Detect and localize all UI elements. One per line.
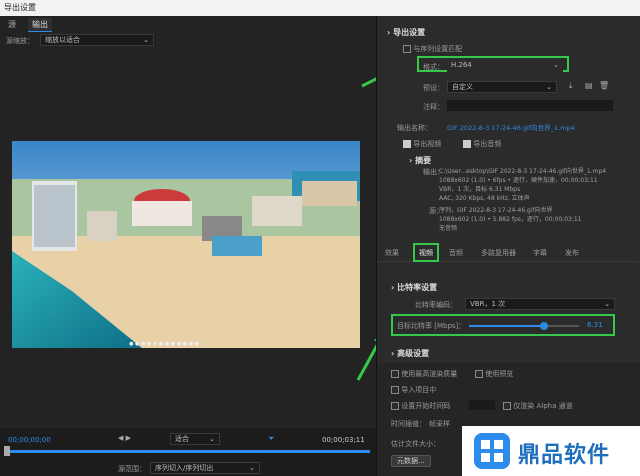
time-interp-value[interactable]: 帧采样 (429, 419, 450, 429)
comment-label: 注释： (423, 103, 444, 111)
max-render-quality-option[interactable]: 使用最高渲染质量 (391, 369, 457, 379)
settings-panel: › 导出设置 与序列设置匹配 格式： H.264 ⌄ 预设： 自定义 ⌄ ⤓ ▤… (376, 16, 640, 476)
brand-logo-icon (474, 433, 510, 469)
carousel-dots: ● ● ● ● ◉ ● ● ● ● ● ● ● (129, 341, 199, 347)
timecode-start: 00;00;00;00 (8, 436, 51, 444)
bitrate-encoding-value: VBR，1 次 (470, 300, 506, 308)
output-name-link[interactable]: GIF 2022-8-3 17-24-46.gif向世界_1.mp4 (447, 122, 575, 132)
timecode-end: 00;00;03;11 (322, 436, 365, 444)
scaling-label: 源缩放： (6, 37, 34, 45)
tab-source[interactable]: 源 (4, 18, 20, 32)
save-preset-icon[interactable]: ⤓ (569, 81, 573, 91)
target-bitrate-slider-handle[interactable] (539, 322, 548, 330)
zoom-value: 适合 (175, 435, 189, 443)
summary-source-lines: 序列，GIF 2022-8-3 17-24-46.gif向世界 1088x602… (439, 207, 582, 232)
range-label: 源范围： (118, 465, 146, 473)
import-project-checkbox[interactable] (391, 386, 399, 394)
timeline-bar[interactable] (6, 450, 370, 453)
bitrate-section-title: › 比特率设置 (391, 283, 438, 292)
target-bitrate-slider-track[interactable] (469, 322, 579, 330)
bitrate-encoding-label: 比特率编码： (415, 301, 457, 309)
set-start-timecode-checkbox[interactable] (391, 402, 399, 410)
use-preview-checkbox[interactable] (475, 370, 483, 378)
chevron-down-icon: ⌄ (143, 36, 149, 44)
target-bitrate-value[interactable]: 6.31 (587, 321, 603, 329)
video-preview: ● ● ● ● ◉ ● ● ● ● ● ● ● (12, 141, 360, 348)
format-select[interactable]: H.264 ⌄ (447, 60, 563, 72)
summary-output-lines: C:\User...esktop\GIF 2022-8-3 17-24-46.g… (439, 168, 607, 202)
match-sequence-checkbox[interactable] (403, 45, 411, 53)
chevron-down-icon: ⌄ (209, 435, 215, 443)
tab-captions[interactable]: 字幕 (533, 248, 547, 258)
beach-image (12, 141, 360, 348)
tab-output[interactable]: 输出 (28, 18, 52, 32)
preview-panel: 源 输出 源缩放： 缩放以适合 ⌄ ● ● ● ● ◉ ● ● ● ● ● ● … (0, 16, 376, 476)
render-alpha-option[interactable]: 仅渲染 Alpha 通道 (503, 401, 573, 411)
tab-publish[interactable]: 发布 (565, 248, 579, 258)
format-label: 格式： (423, 63, 444, 71)
render-alpha-checkbox[interactable] (503, 402, 511, 410)
video-tab-highlight-box (413, 243, 439, 262)
export-settings-title: › 导出设置 (387, 28, 426, 37)
summary-title: › 摘要 (409, 156, 432, 165)
preset-select[interactable]: 自定义 ⌄ (447, 81, 557, 93)
chevron-down-icon: ⌄ (546, 83, 552, 91)
watermark-overlay: 鼎品软件 (462, 426, 640, 476)
chevron-down-icon: ⌄ (604, 300, 610, 308)
bitrate-encoding-select[interactable]: VBR，1 次 ⌄ (465, 298, 615, 310)
advanced-section-title: › 高级设置 (391, 349, 430, 358)
tab-effects[interactable]: 效果 (385, 248, 399, 258)
import-project-option[interactable]: 导入项目中 (391, 385, 436, 395)
preset-value: 自定义 (452, 83, 473, 91)
output-name-label: 输出名称： (397, 124, 432, 132)
format-value: H.264 (451, 61, 472, 69)
timeline-area: 00;00;00;00 ◀ ▶ 适合 ⌄ ⏷ 00;00;03;11 源范围： … (0, 428, 376, 476)
target-bitrate-label: 目标比特率 [Mbps]： (397, 322, 466, 330)
comment-input[interactable] (447, 100, 613, 111)
start-timecode-input[interactable] (469, 400, 495, 410)
estimated-size-label: 估计文件大小： (391, 440, 440, 448)
time-interp-label: 时间插值： (391, 420, 426, 428)
import-preset-icon[interactable]: ▤ (585, 81, 593, 90)
export-video-checkbox[interactable] (403, 140, 411, 148)
chevron-down-icon: ⌄ (249, 464, 255, 472)
export-audio-option[interactable]: 导出音频 (463, 139, 501, 149)
tab-multiplexer[interactable]: 多路复用器 (481, 248, 516, 258)
zoom-select[interactable]: 适合 ⌄ (170, 433, 220, 445)
range-select[interactable]: 序列切入/序列切出 ⌄ (150, 462, 260, 474)
set-start-timecode-option[interactable]: 设置开始时间码 (391, 401, 450, 411)
target-bitrate-slider-fill (469, 325, 544, 327)
scaling-select[interactable]: 缩放以适合 ⌄ (40, 34, 154, 46)
use-preview-option[interactable]: 使用预览 (475, 369, 513, 379)
range-value: 序列切入/序列切出 (155, 464, 214, 472)
export-audio-checkbox[interactable] (463, 140, 471, 148)
delete-preset-icon[interactable]: 🗑 (599, 81, 609, 90)
scaling-value: 缩放以适合 (45, 36, 80, 44)
tab-audio[interactable]: 音频 (449, 248, 463, 258)
watermark-text: 鼎品软件 (518, 443, 611, 468)
mark-in-icon[interactable]: ◀ ▶ (118, 434, 131, 442)
window-title: 导出设置 (0, 0, 640, 16)
playhead-handle[interactable] (4, 446, 10, 456)
match-sequence-option[interactable]: 与序列设置匹配 (403, 44, 462, 54)
metadata-button[interactable]: 元数据... (391, 455, 431, 467)
filter-icon[interactable]: ⏷ (268, 434, 274, 444)
max-render-quality-checkbox[interactable] (391, 370, 399, 378)
chevron-down-icon: ⌄ (553, 61, 559, 69)
export-video-option[interactable]: 导出视频 (403, 139, 441, 149)
preset-label: 预设： (423, 84, 444, 92)
